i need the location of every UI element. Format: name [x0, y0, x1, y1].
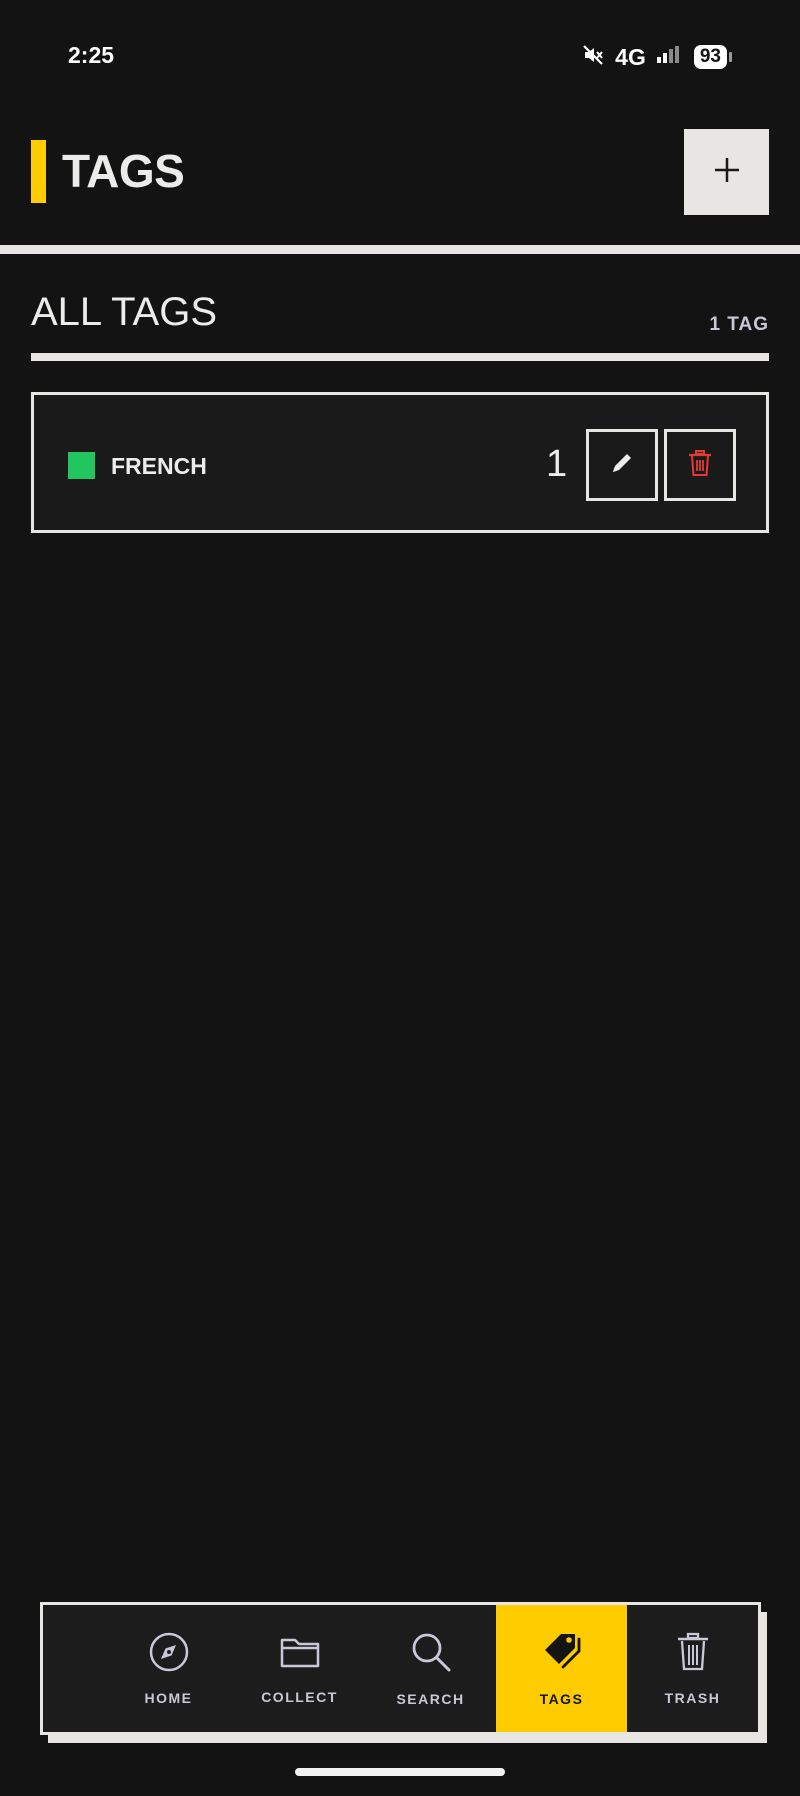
tag-item-count: 1: [546, 443, 568, 485]
nav-label-trash: TRASH: [664, 1690, 721, 1706]
bottom-nav: HOME COLLECT SEARCH TAGS TRASH: [40, 1602, 761, 1735]
pencil-icon: [607, 448, 637, 483]
status-bar: 2:25 4G 93: [0, 0, 800, 110]
signal-icon: [656, 45, 684, 70]
battery-level: 93: [693, 45, 727, 69]
section-divider: [31, 353, 769, 361]
section-title: ALL TAGS: [31, 290, 218, 334]
delete-tag-button[interactable]: [664, 429, 736, 501]
status-icons: 4G 93: [581, 42, 732, 72]
compass-icon: [148, 1631, 190, 1678]
header-divider: [0, 245, 800, 254]
network-type: 4G: [615, 43, 646, 70]
nav-item-search[interactable]: SEARCH: [365, 1605, 496, 1732]
page-title: TAGS: [62, 145, 185, 197]
nav-label-search: SEARCH: [396, 1691, 465, 1707]
mute-icon: [581, 43, 605, 72]
folder-icon: [278, 1632, 322, 1677]
trash-icon: [674, 1631, 712, 1678]
home-indicator[interactable]: [295, 1768, 505, 1776]
tag-count-label: 1 TAG: [709, 314, 769, 335]
plus-icon: [712, 155, 742, 190]
tag-name: FRENCH: [111, 453, 207, 479]
tag-icon: [539, 1630, 585, 1679]
tag-row[interactable]: FRENCH 1: [31, 392, 769, 533]
trash-icon: [686, 448, 714, 483]
search-icon: [409, 1630, 453, 1679]
add-tag-button[interactable]: [684, 129, 769, 215]
battery-indicator: 93: [693, 45, 732, 69]
tag-color-swatch: [68, 452, 95, 479]
status-time: 2:25: [68, 42, 115, 68]
edit-tag-button[interactable]: [586, 429, 658, 501]
nav-item-trash[interactable]: TRASH: [627, 1605, 758, 1732]
nav-item-tags[interactable]: TAGS: [496, 1605, 627, 1732]
page-header: TAGS: [0, 110, 800, 250]
title-accent-bar: [31, 140, 46, 203]
nav-item-home[interactable]: HOME: [103, 1605, 234, 1732]
nav-item-collect[interactable]: COLLECT: [234, 1605, 365, 1732]
battery-tip: [729, 52, 732, 62]
nav-label-tags: TAGS: [539, 1691, 584, 1707]
nav-label-home: HOME: [144, 1690, 193, 1706]
nav-label-collect: COLLECT: [261, 1689, 338, 1705]
